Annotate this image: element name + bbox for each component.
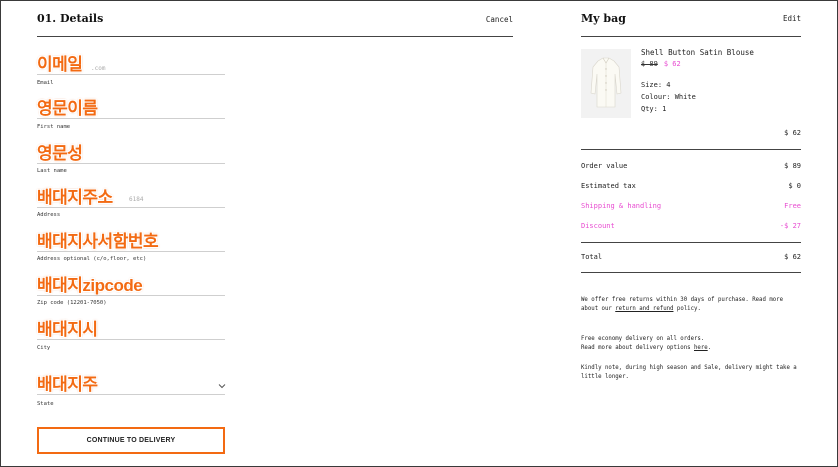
delivery-options-link[interactable]: here xyxy=(694,345,708,351)
season-note: Kindly note, during high season and Sale… xyxy=(581,365,797,380)
summary-label: Estimated tax xyxy=(581,182,636,190)
email-label: Email xyxy=(37,80,54,86)
delivery-text-more: Read more about delivery options xyxy=(581,345,694,351)
bag-title: My bag xyxy=(581,12,626,25)
state-value: 배대지주 xyxy=(37,375,98,394)
first-name-label: First name xyxy=(37,124,71,130)
original-price: $ 89 xyxy=(641,60,658,68)
summary-value: Free xyxy=(784,202,801,210)
returns-text-end: policy. xyxy=(673,306,701,312)
summary-value: -$ 27 xyxy=(779,222,801,230)
cancel-link[interactable]: Cancel xyxy=(486,15,513,24)
zip-code-label: Zip code (12201-7050) xyxy=(37,300,107,306)
summary-row: Order value $ 89 xyxy=(581,162,801,170)
continue-to-delivery-button[interactable]: CONTINUE TO DELIVERY xyxy=(37,427,225,454)
summary-label: Discount xyxy=(581,222,615,230)
email-ghost-text: .com xyxy=(91,65,106,72)
product-name[interactable]: Shell Button Satin Blouse xyxy=(641,48,754,57)
email-underline xyxy=(37,74,225,75)
product-qty: Qty: 1 xyxy=(641,105,667,113)
address-underline xyxy=(37,207,225,208)
address-ghost-text: 6184 xyxy=(129,196,144,203)
state-underline xyxy=(37,394,225,395)
bag-divider-mid xyxy=(581,149,801,150)
summary-row: Shipping & handling Free xyxy=(581,202,801,210)
summary-label: Shipping & handling xyxy=(581,202,662,210)
total-row: Total $ 62 xyxy=(581,253,801,261)
bag-divider-bottom xyxy=(581,272,801,273)
city-underline xyxy=(37,339,225,340)
last-name-value: 영문성 xyxy=(37,144,83,163)
bag-divider-total xyxy=(581,242,801,243)
chevron-down-icon[interactable] xyxy=(218,382,226,391)
delivery-text: Free economy delivery on all orders. xyxy=(581,336,705,342)
total-value: $ 62 xyxy=(784,253,801,261)
delivery-text-end: . xyxy=(707,345,712,351)
summary-label: Order value xyxy=(581,162,628,170)
product-price: $ 89 $ 62 xyxy=(641,60,681,68)
total-label: Total xyxy=(581,253,603,261)
bag-divider-top xyxy=(581,36,801,37)
section-divider xyxy=(37,36,513,37)
sale-price: $ 62 xyxy=(663,60,681,68)
product-colour: Colour: White xyxy=(641,93,696,101)
city-label: City xyxy=(37,345,51,351)
first-name-value: 영문이름 xyxy=(37,99,98,118)
returns-note: We offer free returns within 30 days of … xyxy=(581,296,801,314)
delivery-note: Free economy delivery on all orders. Rea… xyxy=(581,335,801,353)
address-label: Address xyxy=(37,212,61,218)
section-title: 01. Details xyxy=(37,12,104,25)
item-subtotal-value: $ 62 xyxy=(784,129,801,137)
summary-value: $ 0 xyxy=(788,182,801,190)
edit-bag-link[interactable]: Edit xyxy=(783,14,801,23)
address-value: 배대지주소 xyxy=(37,188,113,207)
email-value: 이메일 xyxy=(37,55,83,74)
address-optional-label: Address optional (c/o,floor, etc) xyxy=(37,256,147,262)
last-name-underline xyxy=(37,163,225,164)
city-value: 배대지시 xyxy=(37,320,98,339)
summary-value: $ 89 xyxy=(784,162,801,170)
address-optional-underline xyxy=(37,251,225,252)
summary-row: Estimated tax $ 0 xyxy=(581,182,801,190)
summary-row: Discount -$ 27 xyxy=(581,222,801,230)
zip-code-underline xyxy=(37,295,225,296)
last-name-label: Last name xyxy=(37,168,67,174)
product-image[interactable] xyxy=(581,49,631,118)
address-optional-value: 배대지사서함번호 xyxy=(37,232,159,251)
zip-code-value: 배대지zipcode xyxy=(37,276,143,295)
first-name-underline xyxy=(37,118,225,119)
product-size: Size: 4 xyxy=(641,81,671,89)
return-refund-link[interactable]: return and refund xyxy=(615,306,673,312)
state-label: State xyxy=(37,401,54,407)
